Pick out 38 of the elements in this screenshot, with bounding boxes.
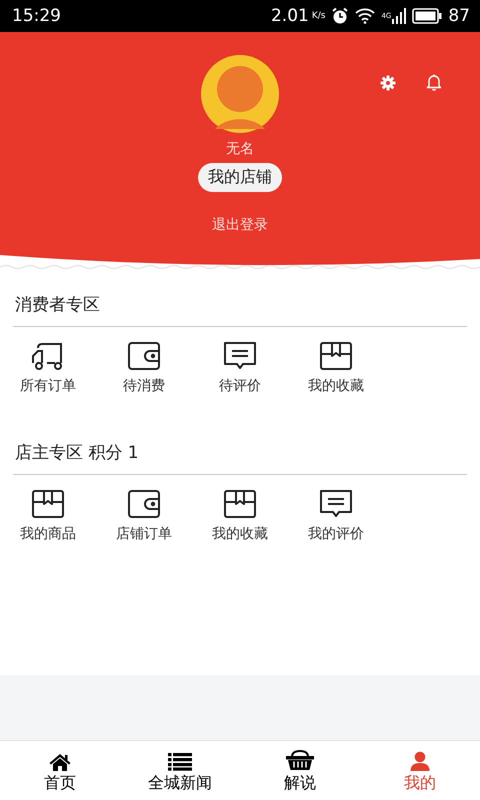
status-time: 15:29	[12, 6, 61, 26]
user-name: 无名	[226, 140, 254, 158]
box-icon	[319, 341, 353, 371]
wallet-icon	[127, 489, 161, 519]
comment-icon	[319, 489, 353, 519]
truck-icon	[31, 341, 65, 371]
menu-item[interactable]: 我的商品	[0, 489, 96, 543]
tab[interactable]: 首页	[0, 741, 120, 800]
box-icon	[31, 489, 65, 519]
my-shop-button[interactable]: 我的店铺	[198, 163, 282, 192]
menu-item[interactable]: 店铺订单	[96, 489, 192, 543]
wifi-icon	[355, 8, 376, 24]
tab[interactable]: 全城新闻	[120, 741, 240, 800]
comment-icon	[223, 341, 257, 371]
tab[interactable]: 解说	[240, 741, 360, 800]
battery-icon	[412, 8, 442, 24]
home-icon	[49, 753, 71, 771]
box-icon	[223, 489, 257, 519]
battery-level: 87	[448, 6, 470, 26]
network-speed: 2.01	[270, 6, 309, 26]
basket-icon	[286, 749, 314, 771]
menu-item[interactable]: 我的收藏	[192, 489, 288, 543]
signal-icon	[392, 8, 406, 24]
speed-unit: K/s	[312, 11, 326, 21]
tab[interactable]: 我的	[360, 741, 480, 800]
settings-icon[interactable]	[380, 75, 396, 91]
section-title: 店主专区 积分 1	[14, 442, 139, 464]
list-icon	[168, 753, 192, 771]
menu-item[interactable]: 我的评价	[288, 489, 384, 543]
user-icon	[410, 751, 430, 771]
menu-item[interactable]: 所有订单	[0, 341, 96, 395]
menu-item[interactable]: 我的收藏	[288, 341, 384, 395]
alarm-icon	[331, 7, 350, 25]
notification-bell-icon[interactable]	[426, 74, 442, 91]
menu-item[interactable]: 待消费	[96, 341, 192, 395]
menu-item[interactable]: 待评价	[192, 341, 288, 395]
section-title: 消费者专区	[14, 294, 100, 316]
wallet-icon	[127, 341, 161, 371]
